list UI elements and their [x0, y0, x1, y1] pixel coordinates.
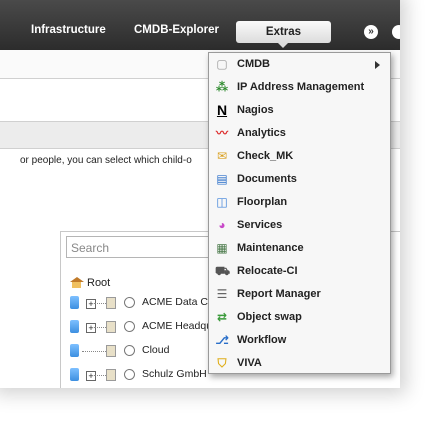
row-label: Cloud — [142, 344, 170, 356]
building-icon — [106, 321, 116, 333]
tree-connector — [94, 327, 106, 328]
object-icon — [70, 296, 79, 309]
menu-item-report-manager[interactable]: ☰ Report Manager — [209, 283, 390, 306]
root-label: Root — [87, 277, 111, 289]
nav-infrastructure[interactable]: Infrastructure — [31, 24, 106, 36]
maintenance-icon: ▦ — [216, 241, 228, 255]
report-icon: ☰ — [216, 287, 228, 301]
row-label: ACME Headqu — [142, 320, 213, 332]
nagios-icon: N — [216, 102, 228, 118]
object-icon — [70, 320, 79, 333]
menu-item-viva[interactable]: ⛉ VIVA — [209, 352, 390, 375]
menu-item-relocate-ci[interactable]: ⛟ Relocate-CI — [209, 260, 390, 283]
nav-extras[interactable]: Extras — [236, 21, 331, 48]
expand-icon[interactable]: + — [86, 299, 96, 309]
network-icon: ⁂ — [215, 80, 229, 94]
viva-icon: ⛉ — [217, 356, 227, 370]
menu-item-object-swap[interactable]: ⇄ Object swap — [209, 306, 390, 329]
floorplan-icon: ◫ — [216, 195, 228, 209]
tree-connector — [82, 351, 106, 352]
top-navigation: Infrastructure CMDB-Explorer Extras » — [0, 0, 400, 50]
menu-item-floorplan[interactable]: ◫ Floorplan — [209, 191, 390, 214]
menu-item-analytics[interactable]: 〰 Analytics — [209, 122, 390, 145]
cmdb-icon: ▢ — [216, 57, 228, 71]
more-icon[interactable] — [392, 25, 400, 39]
tree-row[interactable]: + Schulz GmbH — [70, 368, 220, 386]
screenshot-frame: Infrastructure CMDB-Explorer Extras » or… — [0, 0, 400, 388]
building-icon — [106, 345, 116, 357]
radio-button[interactable] — [124, 321, 135, 332]
home-icon — [70, 277, 84, 288]
menu-item-workflow[interactable]: ⎇ Workflow — [209, 329, 390, 352]
search-input[interactable]: Search — [66, 236, 226, 258]
expand-icon[interactable]: + — [86, 371, 96, 381]
menu-item-ip-address-management[interactable]: ⁂ IP Address Management — [209, 76, 390, 99]
radio-button[interactable] — [124, 369, 135, 380]
submenu-arrow-icon — [375, 61, 380, 69]
radio-button[interactable] — [124, 297, 135, 308]
tree-row[interactable]: + ACME Headqu — [70, 320, 220, 338]
tree-connector — [94, 303, 106, 304]
object-icon — [70, 368, 79, 381]
workflow-icon: ⎇ — [215, 333, 229, 347]
documents-icon: ▤ — [216, 172, 228, 186]
analytics-icon: 〰 — [215, 126, 228, 140]
tree-connector — [94, 375, 106, 376]
row-label: ACME Data Ce — [142, 296, 214, 308]
services-icon: ◕ — [218, 218, 226, 232]
menu-item-cmdb[interactable]: ▢ CMDB — [209, 53, 390, 76]
tree-root[interactable]: Root — [70, 276, 110, 289]
expand-icon[interactable]: + — [86, 323, 96, 333]
menu-item-maintenance[interactable]: ▦ Maintenance — [209, 237, 390, 260]
relocate-icon: ⛟ — [215, 264, 231, 278]
extras-dropdown-menu: ▢ CMDB ⁂ IP Address Management N Nagios … — [208, 52, 391, 374]
menu-item-nagios[interactable]: N Nagios — [209, 99, 390, 122]
nav-cmdb-explorer[interactable]: CMDB-Explorer — [134, 24, 219, 36]
tree-row[interactable]: Cloud — [70, 344, 220, 362]
row-label: Schulz GmbH — [142, 368, 207, 380]
radio-button[interactable] — [124, 345, 135, 356]
menu-item-services[interactable]: ◕ Services — [209, 214, 390, 237]
forward-icon[interactable]: » — [364, 25, 378, 39]
swap-icon: ⇄ — [216, 310, 228, 324]
tree-row[interactable]: + ACME Data Ce — [70, 296, 220, 314]
object-icon — [70, 344, 79, 357]
building-icon — [106, 297, 116, 309]
menu-item-documents[interactable]: ▤ Documents — [209, 168, 390, 191]
menu-item-check-mk[interactable]: ✉ Check_MK — [209, 145, 390, 168]
checkmk-icon: ✉ — [216, 149, 228, 163]
building-icon — [106, 369, 116, 381]
